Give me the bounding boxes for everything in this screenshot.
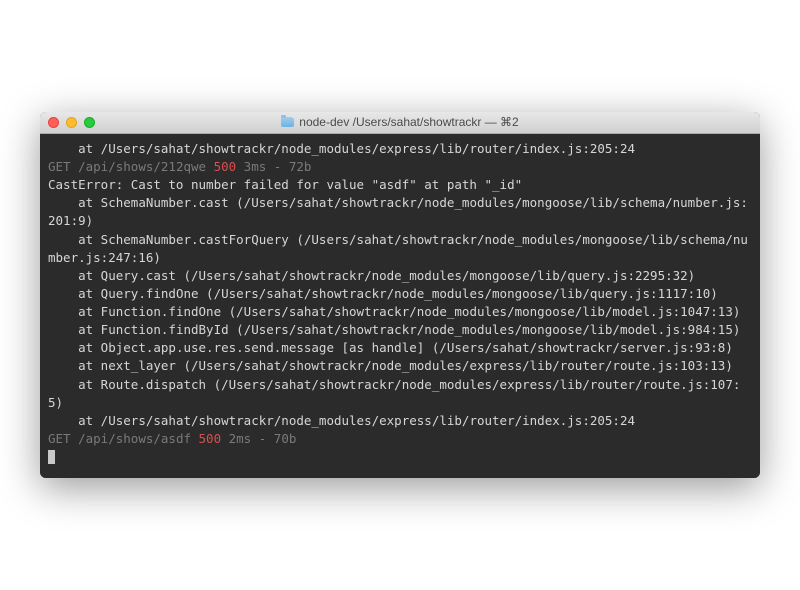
terminal-line: at SchemaNumber.castForQuery (/Users/sah… (48, 231, 752, 267)
terminal-request-line: GET /api/shows/asdf 500 2ms - 70b (48, 430, 752, 448)
terminal-line: at /Users/sahat/showtrackr/node_modules/… (48, 412, 752, 430)
traffic-lights (48, 117, 95, 128)
title-text: node-dev /Users/sahat/showtrackr — ⌘2 (299, 115, 518, 129)
terminal-line: at Function.findOne (/Users/sahat/showtr… (48, 303, 752, 321)
terminal-line: at /Users/sahat/showtrackr/node_modules/… (48, 140, 752, 158)
terminal-line: at Object.app.use.res.send.message [as h… (48, 339, 752, 357)
terminal-request-line: GET /api/shows/212qwe 500 3ms - 72b (48, 158, 752, 176)
terminal-line: at Query.cast (/Users/sahat/showtrackr/n… (48, 267, 752, 285)
terminal-line: at Query.findOne (/Users/sahat/showtrack… (48, 285, 752, 303)
cursor-icon (48, 450, 55, 464)
terminal-window: node-dev /Users/sahat/showtrackr — ⌘2 at… (40, 112, 760, 478)
terminal-line: CastError: Cast to number failed for val… (48, 176, 752, 194)
minimize-icon[interactable] (66, 117, 77, 128)
folder-icon (281, 117, 294, 127)
terminal-cursor-line (48, 448, 752, 466)
terminal-line: at Route.dispatch (/Users/sahat/showtrac… (48, 376, 752, 412)
zoom-icon[interactable] (84, 117, 95, 128)
terminal-line: at Function.findById (/Users/sahat/showt… (48, 321, 752, 339)
titlebar[interactable]: node-dev /Users/sahat/showtrackr — ⌘2 (40, 112, 760, 134)
close-icon[interactable] (48, 117, 59, 128)
terminal-line: at next_layer (/Users/sahat/showtrackr/n… (48, 357, 752, 375)
window-title: node-dev /Users/sahat/showtrackr — ⌘2 (40, 115, 760, 129)
terminal-line: at SchemaNumber.cast (/Users/sahat/showt… (48, 194, 752, 230)
terminal-body[interactable]: at /Users/sahat/showtrackr/node_modules/… (40, 134, 760, 478)
